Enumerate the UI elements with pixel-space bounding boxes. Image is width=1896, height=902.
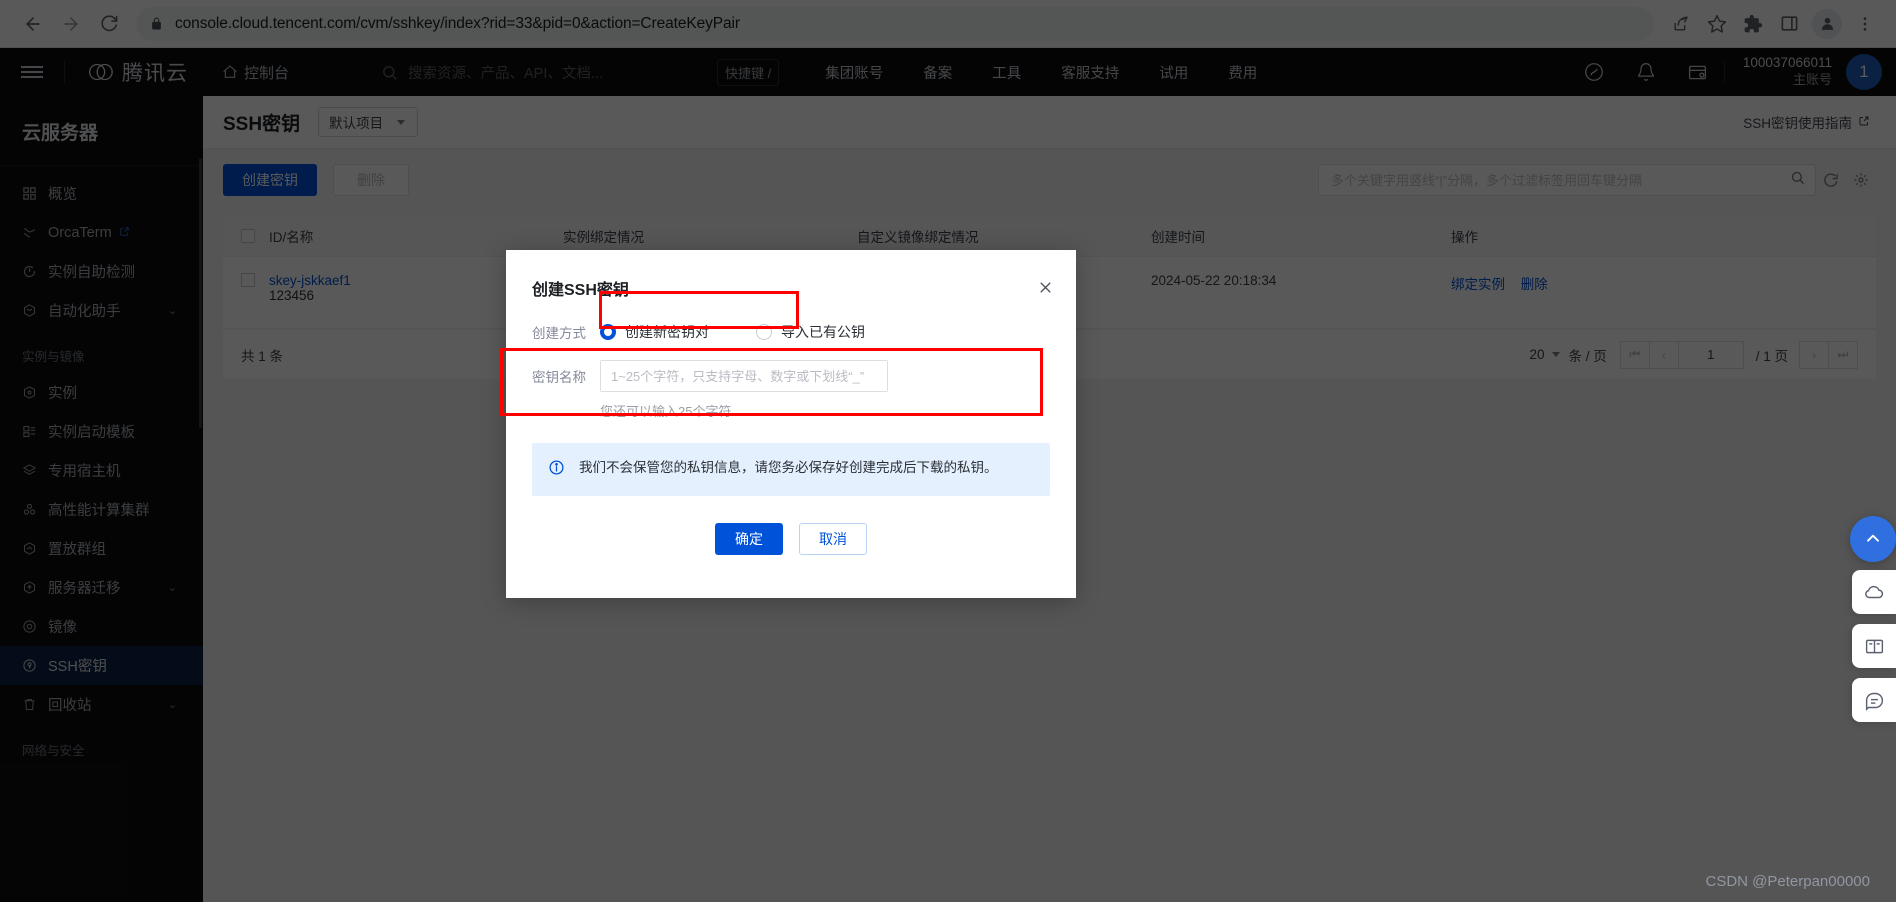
key-name-helper-text: 您还可以输入25个字符	[600, 404, 732, 419]
key-name-input[interactable]	[600, 360, 888, 392]
radio-create-new-keypair[interactable]: 创建新密钥对	[600, 322, 709, 342]
dialog-title: 创建SSH密钥	[532, 282, 629, 299]
radio-import-public-key[interactable]: 导入已有公钥	[756, 322, 865, 342]
cloud-icon[interactable]	[1852, 570, 1896, 614]
watermark: CSDN @Peterpan00000	[1705, 873, 1871, 890]
cancel-button[interactable]: 取消	[799, 523, 867, 555]
radio-label: 导入已有公钥	[781, 324, 865, 340]
confirm-button[interactable]: 确定	[715, 523, 783, 555]
scroll-top-icon[interactable]	[1850, 516, 1896, 562]
close-icon[interactable]	[1034, 276, 1056, 298]
radio-selected-icon	[600, 324, 616, 340]
key-name-block: 密钥名称 您还可以输入25个字符	[500, 342, 1076, 420]
private-key-warning: 我们不会保管您的私钥信息，请您务必保存好创建完成后下载的私钥。	[532, 443, 1050, 496]
dialog-actions: 确定 取消	[506, 523, 1076, 555]
warning-text: 我们不会保管您的私钥信息，请您务必保存好创建完成后下载的私钥。	[579, 460, 998, 475]
docs-icon[interactable]	[1852, 624, 1896, 668]
info-icon	[548, 459, 565, 481]
radio-unselected-icon	[756, 324, 772, 340]
key-name-label: 密钥名称	[532, 370, 586, 385]
right-rail	[1852, 570, 1896, 732]
creation-method-row: 创建方式 创建新密钥对 导入已有公钥	[506, 291, 1076, 342]
key-name-row: 密钥名称	[506, 360, 1076, 392]
chat-icon[interactable]	[1852, 678, 1896, 722]
creation-method-radio-group: 创建新密钥对 导入已有公钥	[600, 322, 865, 342]
creation-method-label: 创建方式	[532, 326, 586, 341]
radio-label: 创建新密钥对	[625, 324, 709, 340]
scroll-top-widget[interactable]	[1850, 516, 1896, 562]
create-ssh-key-dialog: 创建SSH密钥 创建方式 创建新密钥对 导入已有公钥 密钥名称 1~25个字符，…	[500, 250, 1076, 598]
app-root: console.cloud.tencent.com/cvm/sshkey/ind…	[0, 0, 1896, 902]
